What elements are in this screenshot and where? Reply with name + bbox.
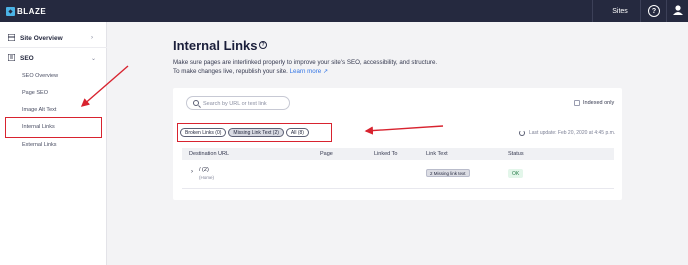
learn-more-link[interactable]: Learn more ↗ (290, 68, 329, 75)
column-destination-url[interactable]: Destination URL (189, 151, 229, 157)
row-url-subtitle: (Home) (199, 175, 215, 180)
row-url: / (2) (199, 167, 209, 173)
search-box[interactable] (186, 96, 290, 110)
indexed-only-label: Indexed only (583, 100, 615, 106)
divider (666, 0, 667, 22)
chevron-right-icon[interactable]: › (191, 169, 193, 175)
table-row[interactable]: › / (2) (Home) 2 Missing link text OK (182, 160, 614, 189)
user-icon[interactable] (672, 4, 684, 18)
brand-logo[interactable]: BLAZE (6, 6, 46, 16)
column-linked-to[interactable]: Linked To (374, 151, 397, 157)
column-status[interactable]: Status (508, 151, 524, 157)
divider (592, 0, 593, 22)
sidebar-item-page-seo[interactable]: Page SEO (22, 90, 48, 96)
description-line: Make sure pages are interlinked properly… (173, 59, 438, 66)
sites-button[interactable]: Sites (604, 0, 636, 22)
status-badge: OK (508, 169, 524, 178)
grid-icon (8, 34, 15, 41)
table-header: Destination URL Page Linked To Link Text… (182, 148, 614, 160)
sidebar-item-site-overview[interactable]: Site Overview › (0, 30, 107, 46)
seo-icon (8, 54, 15, 61)
column-link-text[interactable]: Link Text (426, 151, 448, 157)
indexed-only-checkbox[interactable] (574, 100, 580, 106)
sidebar-item-label: Site Overview (20, 34, 63, 42)
logo-icon (6, 6, 15, 16)
refresh-icon[interactable] (519, 130, 525, 136)
internal-links-card: Indexed only Broken Links (0) Missing Li… (173, 88, 622, 200)
description-line-2: To make changes live, republish your sit… (173, 68, 473, 77)
logo-text: BLAZE (17, 6, 47, 16)
top-bar: BLAZE Sites ? (0, 0, 688, 22)
indexed-only-toggle[interactable]: Indexed only (574, 100, 614, 106)
search-input[interactable] (203, 99, 287, 108)
highlight-filters (177, 123, 332, 142)
description-text: To make changes live, republish your sit… (173, 67, 288, 75)
sidebar-item-seo-overview[interactable]: SEO Overview (22, 73, 58, 79)
sidebar: Site Overview › SEO ⌄ SEO Overview Page … (0, 22, 107, 265)
page-description: Make sure pages are interlinked properly… (173, 59, 473, 76)
chevron-down-icon: ⌄ (91, 55, 97, 62)
chevron-right-icon: › (91, 35, 93, 41)
divider (640, 0, 641, 22)
info-icon[interactable]: ? (259, 41, 267, 49)
page-title: Internal Links (173, 38, 258, 53)
last-update-text: Last update: Feb 20, 2020 at 4:45 p.m. (529, 130, 616, 136)
highlight-internal-links (5, 117, 102, 138)
help-icon[interactable]: ? (648, 5, 660, 17)
last-update: Last update: Feb 20, 2020 at 4:45 p.m. (519, 130, 615, 136)
column-page[interactable]: Page (320, 151, 333, 157)
external-link-icon: ↗ (323, 67, 329, 75)
sidebar-item-seo[interactable]: SEO ⌄ (0, 50, 107, 66)
divider (0, 47, 107, 48)
sidebar-item-external-links[interactable]: External Links (22, 142, 57, 148)
search-icon (193, 100, 199, 106)
sidebar-item-image-alt-text[interactable]: Image Alt Text (22, 107, 56, 113)
sidebar-item-label: SEO (20, 54, 34, 62)
link-text-badge: 2 Missing link text (426, 169, 470, 177)
